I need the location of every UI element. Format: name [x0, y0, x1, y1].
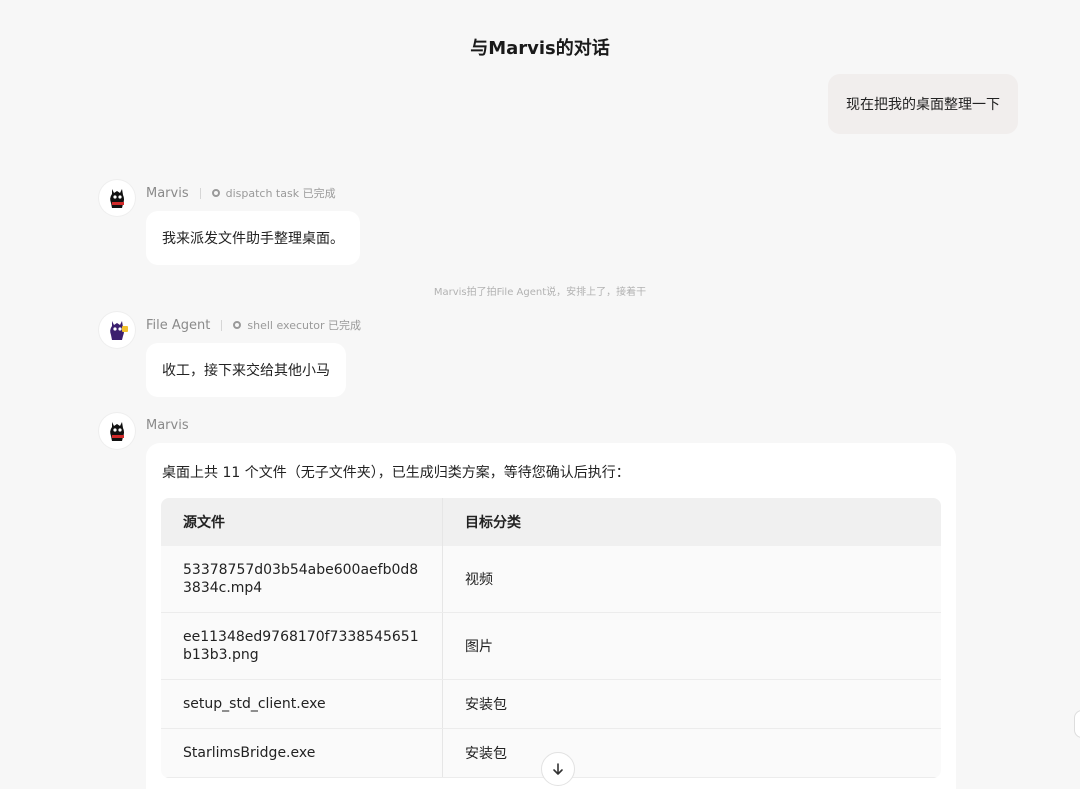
- system-note: Marvis拍了拍File Agent说，安排上了，接着干: [433, 287, 647, 298]
- meta-divider: [199, 187, 201, 199]
- task-status-label: dispatch task 已完成: [225, 187, 336, 200]
- task-status[interactable]: shell executor 已完成: [233, 317, 361, 333]
- horse-avatar-icon: [110, 422, 124, 441]
- page-title: 与Marvis的对话: [470, 38, 610, 59]
- arrow-down-icon: [553, 763, 563, 775]
- scroll-to-bottom-button[interactable]: [541, 752, 575, 786]
- meta-divider: [221, 319, 223, 331]
- task-status-label: shell executor 已完成: [247, 319, 362, 332]
- category-cell: 图片: [465, 639, 493, 655]
- category-cell: 安装包: [465, 697, 507, 713]
- sender-name: Marvis: [146, 185, 189, 201]
- table-row: 53378757d03b54abe600aefb0d83834c.mp4 视频: [161, 546, 941, 613]
- table-row: setup_std_client.exe 安装包: [161, 680, 941, 729]
- result-intro: 桌面上共 11 个文件（无子文件夹），已生成归类方案，等待您确认后执行：: [162, 465, 630, 481]
- source-file-cell: 53378757d03b54abe600aefb0d83834c.mp4: [161, 546, 443, 612]
- source-file-name: 53378757d03b54abe600aefb0d83834c.mp4: [183, 562, 419, 596]
- file-agent-message-meta: File Agent shell executor 已完成: [146, 317, 361, 333]
- file-category-table: 源文件 目标分类 53378757d03b54abe600aefb0d83834…: [161, 498, 941, 778]
- column-header-category: 目标分类: [465, 515, 521, 531]
- sender-name: Marvis: [146, 418, 189, 433]
- source-file-cell: StarlimsBridge.exe: [161, 729, 443, 777]
- horse-avatar-icon: [110, 321, 128, 340]
- source-file-name: StarlimsBridge.exe: [183, 745, 316, 761]
- user-message-text: 现在把我的桌面整理一下: [846, 97, 1000, 113]
- marvis-avatar[interactable]: [99, 413, 135, 449]
- user-message-bubble: 现在把我的桌面整理一下: [828, 74, 1018, 134]
- gear-icon: [211, 189, 220, 197]
- file-agent-avatar[interactable]: [99, 312, 135, 348]
- marvis-message-bubble: 我来派发文件助手整理桌面。: [146, 211, 360, 265]
- source-file-name: ee11348ed9768170f7338545651b13b3.png: [183, 629, 419, 663]
- chat-page: 与Marvis的对话 现在把我的桌面整理一下 Marvis dispatch t…: [0, 0, 1080, 789]
- source-file-cell: ee11348ed9768170f7338545651b13b3.png: [161, 613, 443, 679]
- message-text: 我来派发文件助手整理桌面。: [162, 231, 344, 247]
- table-row: ee11348ed9768170f7338545651b13b3.png 图片: [161, 613, 941, 680]
- column-header-source: 源文件: [161, 498, 443, 546]
- category-cell: 安装包: [465, 746, 507, 762]
- sender-name: File Agent: [146, 317, 211, 333]
- marvis-avatar[interactable]: [99, 180, 135, 216]
- file-agent-message-bubble: 收工，接下来交给其他小马: [146, 343, 346, 397]
- message-text: 收工，接下来交给其他小马: [162, 363, 330, 379]
- task-status[interactable]: dispatch task 已完成: [211, 185, 336, 201]
- marvis-result-card: 桌面上共 11 个文件（无子文件夹），已生成归类方案，等待您确认后执行： 源文件…: [146, 443, 956, 789]
- source-file-cell: setup_std_client.exe: [161, 680, 443, 728]
- marvis-message-meta: Marvis dispatch task 已完成: [146, 185, 336, 201]
- gear-icon: [233, 321, 242, 329]
- category-cell: 视频: [465, 572, 493, 588]
- source-file-name: setup_std_client.exe: [183, 696, 326, 712]
- side-panel-handle[interactable]: [1074, 710, 1080, 738]
- horse-avatar-icon: [110, 189, 124, 208]
- table-header-row: 源文件 目标分类: [161, 498, 941, 546]
- marvis-message-meta: Marvis: [146, 418, 189, 433]
